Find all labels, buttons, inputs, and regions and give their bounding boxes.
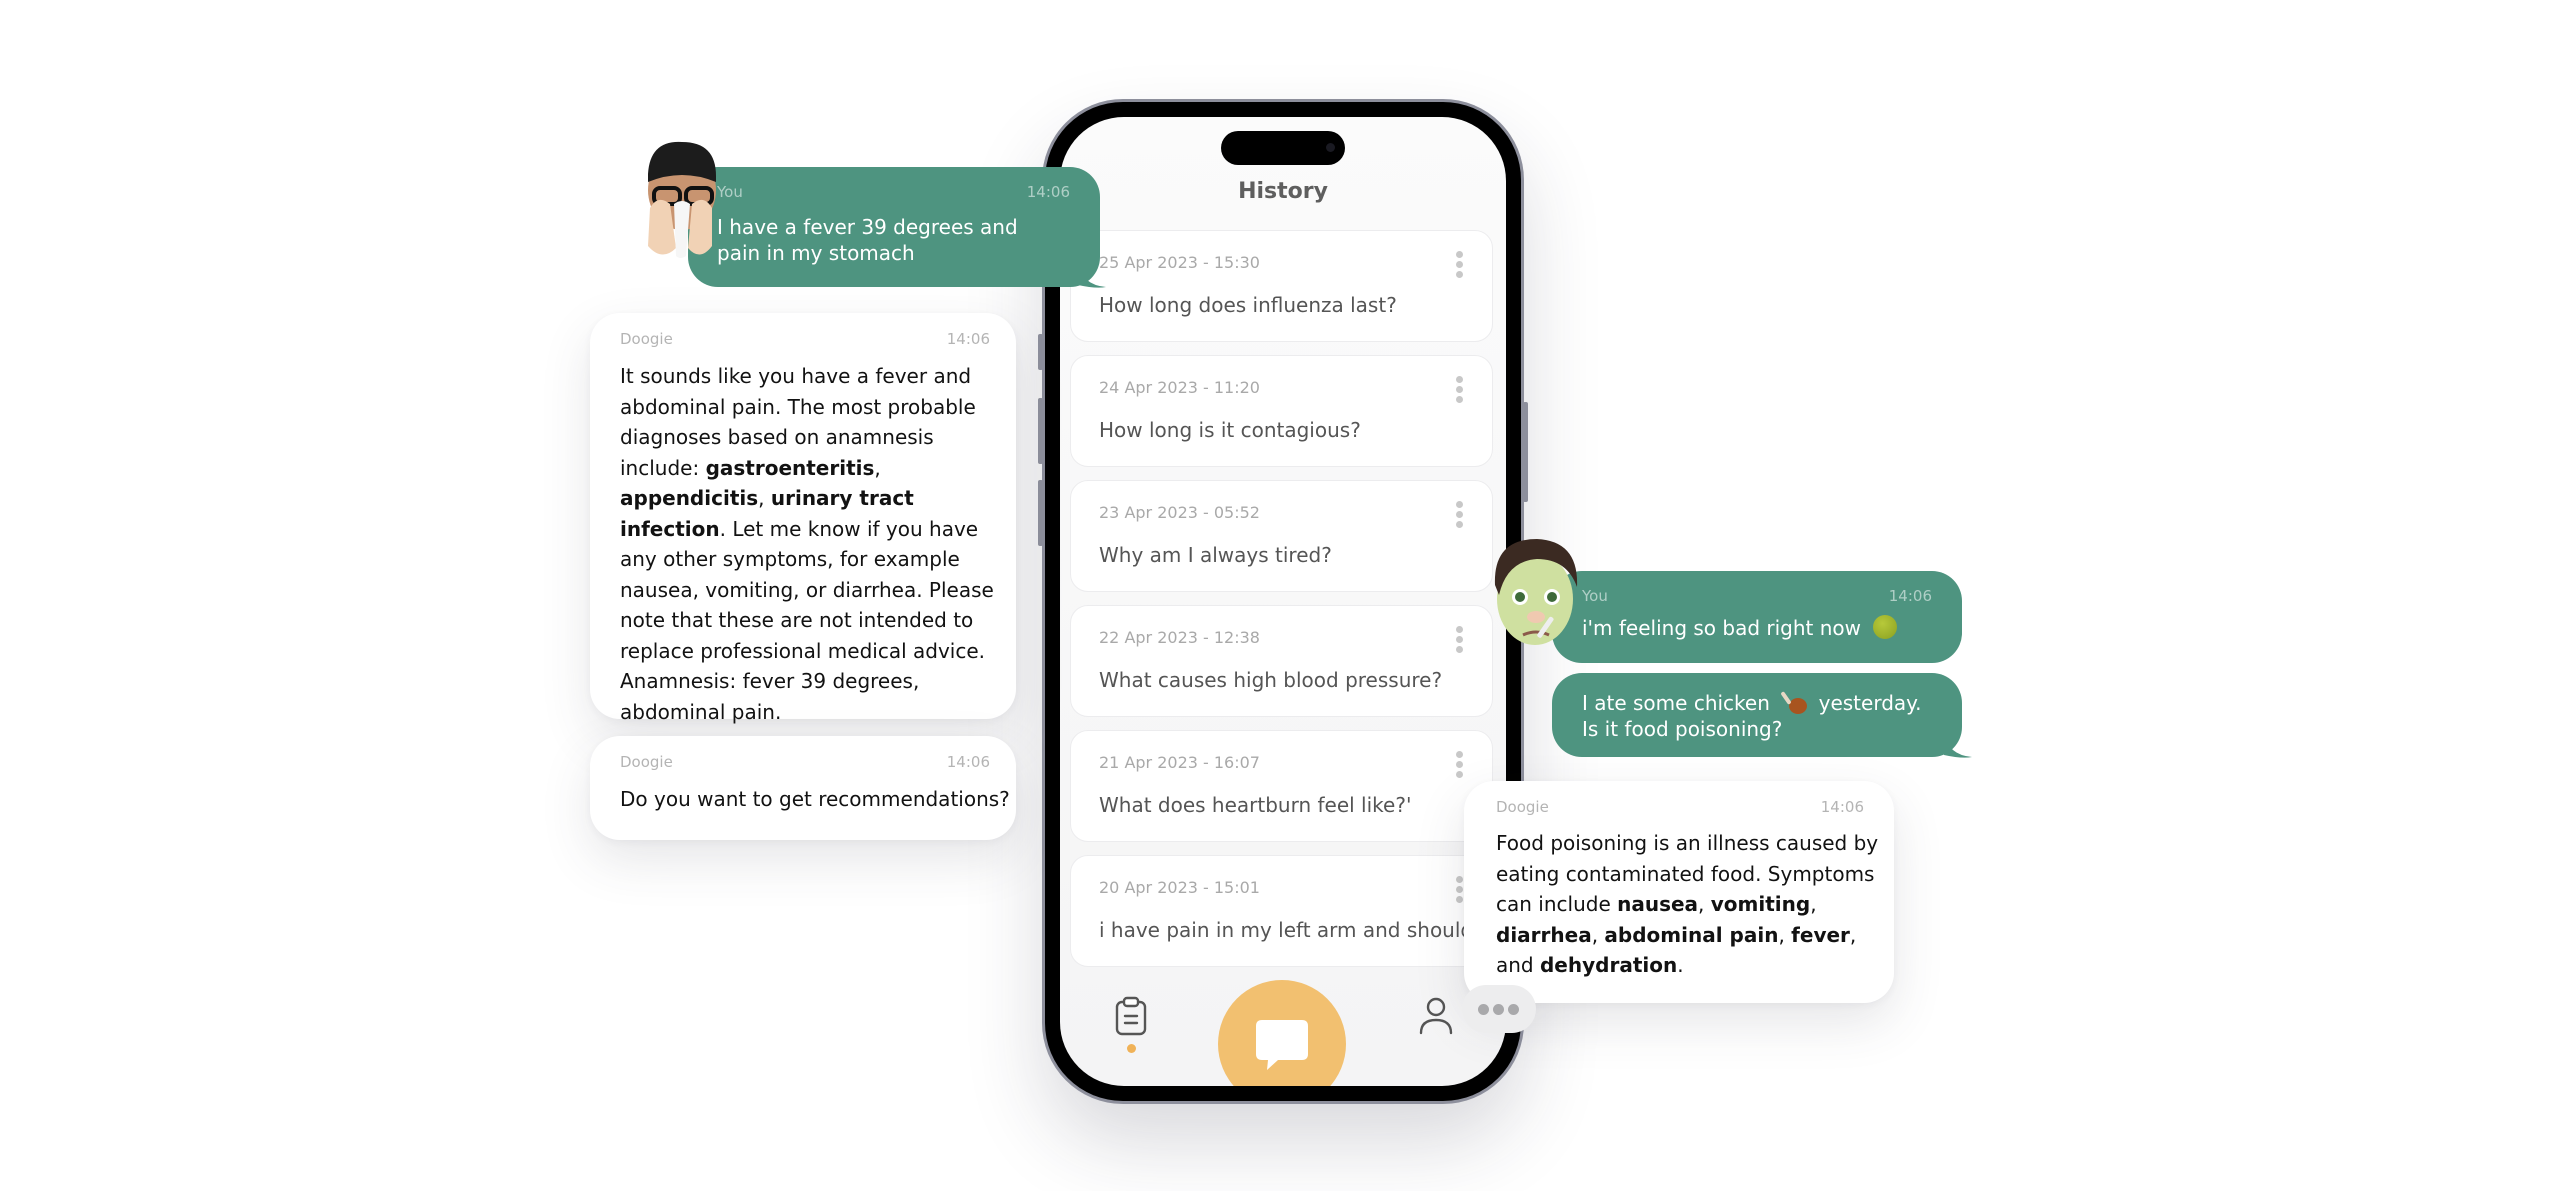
avatar-icon xyxy=(1494,539,1578,645)
clipboard-icon xyxy=(1115,996,1147,1036)
bubble-tail xyxy=(1944,733,1972,758)
emphasized-term: nausea xyxy=(1617,892,1699,916)
message-text-segment: , xyxy=(1810,892,1817,916)
sick-memoji-avatar xyxy=(1487,535,1583,651)
history-item-question: What causes high blood pressure? xyxy=(1099,668,1443,692)
history-item[interactable]: 23 Apr 2023 - 05:52 Why am I always tire… xyxy=(1070,480,1493,592)
dynamic-island xyxy=(1221,131,1345,165)
message-text: I ate some chicken yesterday. Is it food… xyxy=(1582,689,1938,742)
tab-chat-button[interactable] xyxy=(1218,980,1346,1086)
more-options-icon[interactable] xyxy=(1456,501,1464,529)
bot-message-bubble: Doogie 14:06 Food poisoning is an illnes… xyxy=(1464,781,1894,1003)
tab-history[interactable] xyxy=(1115,996,1147,1036)
typing-dot xyxy=(1478,1004,1489,1015)
history-item-date: 20 Apr 2023 - 15:01 xyxy=(1099,878,1260,897)
message-text-segment: , xyxy=(874,455,881,480)
message-text-segment: . Let me know if you have any other symp… xyxy=(620,516,994,724)
message-time: 14:06 xyxy=(946,330,990,348)
phone-power-button xyxy=(1523,402,1528,502)
emphasized-term: gastroenteritis xyxy=(705,455,875,480)
history-item[interactable]: 20 Apr 2023 - 15:01 i have pain in my le… xyxy=(1070,855,1493,967)
nauseated-face-emoji-icon xyxy=(1873,615,1898,639)
history-item-date: 21 Apr 2023 - 16:07 xyxy=(1099,753,1260,772)
emphasized-term: diarrhea xyxy=(1496,922,1592,947)
history-item[interactable]: 22 Apr 2023 - 12:38 What causes high blo… xyxy=(1070,605,1493,717)
message-text-segment: . xyxy=(1677,953,1684,977)
message-text: i'm feeling so bad right now xyxy=(1582,615,1942,641)
phone-action-button xyxy=(1038,334,1043,370)
bottom-tab-bar xyxy=(1060,956,1506,1086)
sneezing-memoji-avatar xyxy=(636,138,720,268)
history-item[interactable]: 21 Apr 2023 - 16:07 What does heartburn … xyxy=(1070,730,1493,842)
message-text-content: i'm feeling so bad right now xyxy=(1582,616,1862,640)
history-item[interactable]: 24 Apr 2023 - 11:20 How long is it conta… xyxy=(1070,355,1493,467)
message-sender: You xyxy=(717,183,743,201)
history-list: 25 Apr 2023 - 15:30 How long does influe… xyxy=(1070,230,1493,980)
more-options-icon[interactable] xyxy=(1456,876,1464,904)
tab-profile[interactable] xyxy=(1418,996,1454,1036)
camera-icon xyxy=(1326,143,1335,152)
history-item-question: Why am I always tired? xyxy=(1099,543,1332,567)
chat-bubble-icon xyxy=(1256,1020,1308,1070)
phone-mockup: History 25 Apr 2023 - 15:30 How long doe… xyxy=(1038,102,1528,1101)
message-text-segment: , xyxy=(1778,922,1792,947)
more-options-icon[interactable] xyxy=(1456,251,1464,279)
typing-dot xyxy=(1508,1004,1519,1015)
history-item-date: 22 Apr 2023 - 12:38 xyxy=(1099,628,1260,647)
typing-indicator xyxy=(1462,985,1536,1033)
history-item-question: i have pain in my left arm and shoulder xyxy=(1099,918,1493,942)
bot-message-bubble: Doogie 14:06 It sounds like you have a f… xyxy=(590,313,1016,724)
history-item-question: What does heartburn feel like?' xyxy=(1099,793,1412,817)
message-time: 14:06 xyxy=(1026,183,1070,201)
more-options-icon[interactable] xyxy=(1456,376,1464,404)
message-sender: Doogie xyxy=(620,753,673,771)
message-text: It sounds like you have a fever and abdo… xyxy=(620,361,1002,727)
history-item-date: 25 Apr 2023 - 15:30 xyxy=(1099,253,1260,272)
phone-volume-down-button xyxy=(1038,480,1043,546)
page-title: History xyxy=(1238,179,1328,204)
poultry-leg-emoji-icon xyxy=(1781,691,1808,714)
message-text-content: I ate some chicken xyxy=(1582,691,1770,715)
message-sender: Doogie xyxy=(1496,798,1549,816)
message-sender: Doogie xyxy=(620,330,673,348)
history-item-date: 24 Apr 2023 - 11:20 xyxy=(1099,378,1260,397)
emphasized-term: dehydration xyxy=(1539,953,1678,977)
message-text: Do you want to get recommendations? xyxy=(620,787,1010,811)
user-profile-icon xyxy=(1419,997,1453,1035)
typing-dot xyxy=(1493,1004,1504,1015)
message-text-segment: , xyxy=(758,486,771,510)
user-message-bubble: You 14:06 I have a fever 39 degrees and … xyxy=(688,167,1106,288)
emphasized-term: abdominal pain xyxy=(1604,922,1779,947)
message-time: 14:06 xyxy=(946,753,990,771)
message-text: I have a fever 39 degrees and pain in my… xyxy=(717,215,1018,265)
emphasized-term: fever xyxy=(1791,922,1850,947)
more-options-icon[interactable] xyxy=(1456,751,1464,779)
app-screen: History 25 Apr 2023 - 15:30 How long doe… xyxy=(1060,117,1506,1086)
history-item[interactable]: 25 Apr 2023 - 15:30 How long does influe… xyxy=(1070,230,1493,342)
bot-message-bubble: Doogie 14:06 Do you want to get recommen… xyxy=(590,736,1016,840)
message-time: 14:06 xyxy=(1820,798,1864,816)
history-item-question: How long does influenza last? xyxy=(1099,293,1397,317)
message-text: Food poisoning is an illness caused by e… xyxy=(1496,828,1880,981)
bubble-tail xyxy=(1078,263,1106,288)
history-item-date: 23 Apr 2023 - 05:52 xyxy=(1099,503,1260,522)
user-message-bubble: You 14:06 i'm feeling so bad right now xyxy=(1552,571,1962,663)
message-sender: You xyxy=(1582,587,1608,605)
history-item-question: How long is it contagious? xyxy=(1099,418,1361,442)
message-text-segment: , xyxy=(1591,922,1605,947)
avatar-icon xyxy=(648,141,716,258)
phone-volume-up-button xyxy=(1038,398,1043,464)
message-time: 14:06 xyxy=(1888,587,1932,605)
active-tab-indicator xyxy=(1127,1044,1136,1053)
user-message-bubble: I ate some chicken yesterday. Is it food… xyxy=(1552,673,1972,758)
emphasized-term: vomiting xyxy=(1710,892,1811,916)
more-options-icon[interactable] xyxy=(1456,626,1464,654)
emphasized-term: appendicitis xyxy=(620,486,759,510)
message-text-segment: , xyxy=(1698,892,1711,916)
